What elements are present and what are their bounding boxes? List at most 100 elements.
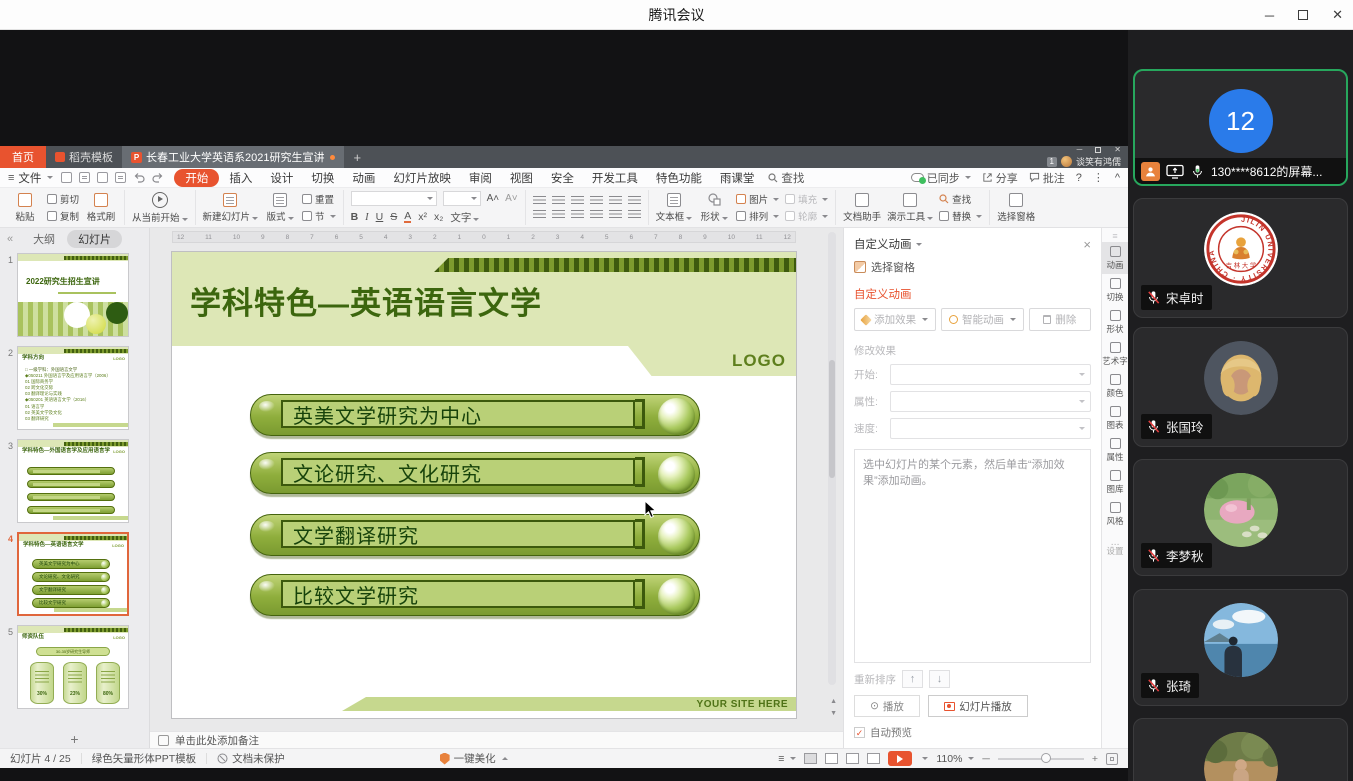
- slideshow-play-button[interactable]: [888, 751, 912, 766]
- slide-sorter-view-button[interactable]: [825, 753, 838, 764]
- save-icon[interactable]: [61, 172, 72, 183]
- participant-tile[interactable]: JILIN UNIVERSITY · CHINA吉 林 大 学 宋卓时: [1133, 198, 1348, 318]
- tab-home[interactable]: 首页: [0, 146, 46, 168]
- speed-select[interactable]: [890, 418, 1091, 439]
- tool-shapes[interactable]: 形状: [1102, 306, 1128, 338]
- strikethrough-button[interactable]: S: [390, 211, 397, 223]
- delete-effect-button[interactable]: 删除: [1029, 308, 1091, 331]
- align-left-icon[interactable]: [533, 210, 546, 220]
- doc-assistant-button[interactable]: 文档助手: [843, 193, 881, 223]
- close-button[interactable]: ✕: [1332, 7, 1343, 23]
- indent-increase-icon[interactable]: [590, 196, 603, 206]
- font-size-select[interactable]: [443, 191, 481, 206]
- bold-button[interactable]: B: [351, 211, 359, 223]
- text-tool-button[interactable]: 文字: [450, 210, 479, 225]
- align-center-icon[interactable]: [552, 210, 565, 220]
- doc-protect-status[interactable]: 文档未保护: [217, 751, 285, 766]
- font-increase-button[interactable]: A˄: [487, 193, 500, 204]
- find-menu[interactable]: 查找: [768, 170, 804, 186]
- line-spacing-icon[interactable]: [609, 196, 622, 206]
- wps-account-name[interactable]: 谈笑有鸿儒: [1076, 155, 1121, 168]
- menu-2[interactable]: 设计: [262, 169, 301, 187]
- superscript-button[interactable]: x²: [418, 211, 427, 223]
- align-right-icon[interactable]: [571, 210, 584, 220]
- tab-document[interactable]: P 长春工业大学英语系2021研究生宣讲: [122, 146, 344, 168]
- slide-thumb-3[interactable]: 3 学科特色—外国语言学及应用语言学 LOGO: [0, 439, 149, 523]
- wps-minimize-button[interactable]: ─: [1077, 146, 1083, 154]
- menu-8[interactable]: 安全: [543, 169, 582, 187]
- play-button[interactable]: ⊙播放: [854, 695, 920, 717]
- fit-slide-button[interactable]: [1106, 753, 1118, 765]
- menu-3[interactable]: 切换: [303, 169, 342, 187]
- reorder-down-button[interactable]: ↓: [929, 670, 950, 688]
- tool-settings[interactable]: ⋯设置: [1102, 538, 1128, 557]
- participant-tile[interactable]: 李梦秋: [1133, 459, 1348, 576]
- next-slide-button[interactable]: ▼: [830, 710, 837, 717]
- number-list-icon[interactable]: [552, 196, 565, 206]
- slideshow-view-button[interactable]: [867, 753, 880, 764]
- zoom-level[interactable]: 110%: [936, 753, 974, 765]
- smart-animation-button[interactable]: 智能动画: [941, 308, 1023, 331]
- start-select[interactable]: [890, 364, 1091, 385]
- underline-button[interactable]: U: [376, 211, 384, 223]
- print-icon[interactable]: [79, 172, 90, 183]
- play-options-caret[interactable]: [922, 757, 928, 760]
- wps-maximize-button[interactable]: [1095, 147, 1101, 153]
- columns-icon[interactable]: [628, 210, 641, 220]
- fill-button[interactable]: 填充: [785, 193, 828, 206]
- justify-icon[interactable]: [590, 210, 603, 220]
- notes-bar[interactable]: 单击此处添加备注: [150, 731, 843, 748]
- zoom-slider[interactable]: [998, 758, 1084, 760]
- textbox-button[interactable]: 文本框: [656, 193, 693, 223]
- distribute-icon[interactable]: [609, 210, 622, 220]
- vertical-scrollbar[interactable]: [828, 232, 836, 685]
- bullet-list-icon[interactable]: [533, 196, 546, 206]
- tool-transition[interactable]: 切换: [1102, 274, 1128, 306]
- layout-button[interactable]: 版式: [264, 193, 296, 223]
- new-tab-button[interactable]: +: [344, 146, 370, 168]
- file-menu[interactable]: ≡ 文件: [8, 170, 53, 186]
- participant-tile-screenshare[interactable]: 12 130****8612的屏幕...: [1133, 69, 1348, 186]
- slide-thumb-4-selected[interactable]: 4 学科特色—英语语言文学 LOGO 英美文学研究为中心 文论研究、文化研究 文…: [0, 532, 149, 616]
- italic-button[interactable]: I: [365, 212, 369, 223]
- shapes-button[interactable]: 形状: [698, 192, 730, 223]
- outline-button[interactable]: 轮廓: [785, 210, 828, 223]
- picture-button[interactable]: 图片: [736, 193, 779, 206]
- format-painter-button[interactable]: 格式刷: [85, 193, 117, 223]
- zoom-slider-knob[interactable]: [1041, 753, 1051, 763]
- checkbox-checked-icon[interactable]: ✓: [854, 727, 865, 738]
- find-button[interactable]: 查找: [939, 193, 982, 206]
- tool-properties[interactable]: 属性: [1102, 434, 1128, 466]
- minimize-button[interactable]: ─: [1265, 8, 1274, 23]
- preview-icon[interactable]: [115, 172, 126, 183]
- menu-4[interactable]: 动画: [344, 169, 383, 187]
- normal-view-button[interactable]: [804, 753, 817, 764]
- prev-slide-button[interactable]: ▲: [830, 698, 837, 705]
- menu-9[interactable]: 开发工具: [584, 169, 646, 187]
- comment-button[interactable]: 批注: [1029, 170, 1065, 186]
- slide-thumb-5[interactable]: 5 师资队伍 LOGO 30-35岁研究生导师 30% 23% 80%: [0, 625, 149, 709]
- selection-pane-button[interactable]: 选择窗格: [997, 193, 1035, 223]
- tool-animation[interactable]: 动画: [1102, 242, 1128, 274]
- reading-view-button[interactable]: [846, 753, 859, 764]
- menu-5[interactable]: 幻灯片放映: [385, 169, 459, 187]
- play-from-current-button[interactable]: 从当前开始: [132, 192, 188, 224]
- add-slide-button[interactable]: +: [0, 730, 149, 748]
- one-click-beautify-button[interactable]: 一键美化: [440, 751, 508, 766]
- font-color-button[interactable]: A: [404, 211, 411, 223]
- arrange-button[interactable]: 排列: [736, 210, 779, 223]
- selection-pane-link[interactable]: 选择窗格: [854, 255, 1091, 279]
- wps-account-avatar[interactable]: [1061, 156, 1072, 167]
- tool-wordart[interactable]: 艺术字: [1102, 338, 1128, 370]
- text-direction-icon[interactable]: [628, 196, 641, 206]
- animation-list-box[interactable]: 选中幻灯片的某个元素，然后单击“添加效果”添加动画。: [854, 449, 1091, 663]
- tool-color[interactable]: 颜色: [1102, 370, 1128, 402]
- redo-icon[interactable]: [152, 172, 164, 184]
- maximize-button[interactable]: [1298, 10, 1308, 20]
- font-family-select[interactable]: [351, 191, 437, 206]
- cut-button[interactable]: 剪切: [47, 193, 79, 206]
- template-name[interactable]: 绿色矢量形体PPT模板: [92, 751, 196, 766]
- reset-button[interactable]: 重置: [302, 193, 336, 206]
- paste-button[interactable]: 粘贴: [9, 193, 41, 223]
- undo-icon[interactable]: [133, 172, 145, 184]
